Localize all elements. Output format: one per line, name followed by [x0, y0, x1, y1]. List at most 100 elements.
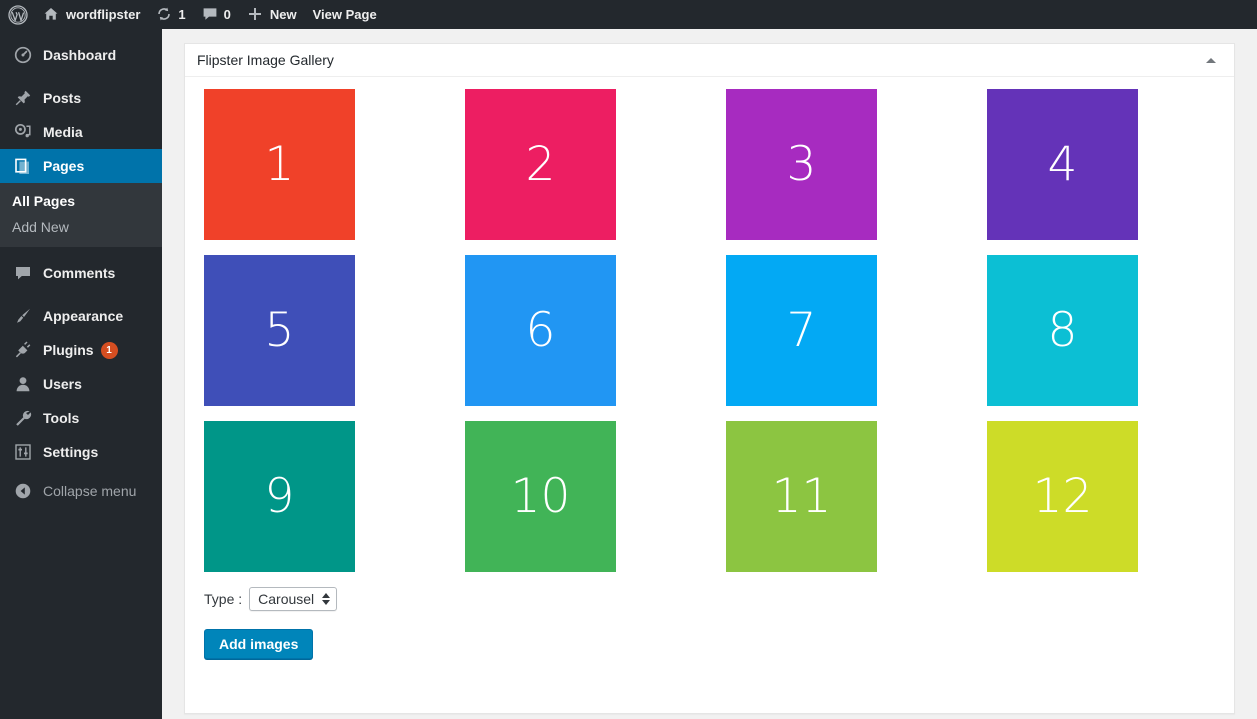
gallery-tile-label: 12 — [1032, 469, 1093, 524]
collapse-menu-label: Collapse menu — [43, 483, 137, 499]
sidebar-item-comments[interactable]: Comments — [0, 256, 162, 290]
user-icon — [12, 375, 34, 393]
submenu-item-add-new[interactable]: Add New — [0, 214, 162, 240]
gallery-tile[interactable]: 3 — [726, 89, 877, 240]
type-label: Type : — [204, 591, 243, 607]
home-icon — [43, 6, 59, 24]
plugins-update-badge: 1 — [100, 341, 118, 359]
gallery-tile[interactable]: 8 — [987, 255, 1138, 406]
gallery-tile-label: 11 — [771, 469, 832, 524]
sidebar-item-label: Dashboard — [43, 47, 117, 63]
gallery-tile-label: 8 — [1047, 303, 1078, 358]
gallery-tile-label: 5 — [264, 303, 295, 358]
gallery-tile[interactable]: 1 — [204, 89, 355, 240]
gallery-tile[interactable]: 7 — [726, 255, 877, 406]
metabox-body: 1 2 3 4 5 6 7 8 9 10 11 12 Type: Carous… — [185, 77, 1234, 659]
flipster-gallery-metabox: Flipster Image Gallery 1 2 3 4 5 6 7 8 9… — [184, 43, 1235, 714]
submenu-item-all-pages[interactable]: All Pages — [0, 188, 162, 214]
collapse-arrow-icon — [12, 482, 34, 500]
page-title: Flipster Image Gallery — [197, 52, 334, 68]
metabox-header: Flipster Image Gallery — [185, 44, 1234, 77]
gallery-tile-label: 3 — [786, 137, 817, 192]
sidebar-item-label: Settings — [43, 444, 99, 460]
gallery-tile-label: 2 — [525, 137, 556, 192]
wrench-icon — [12, 409, 34, 427]
settings-sliders-icon — [12, 443, 34, 461]
add-images-label: Add images — [219, 636, 299, 652]
sidebar-item-label: Comments — [43, 265, 116, 281]
updates-count: 1 — [178, 7, 186, 22]
sidebar-item-settings[interactable]: Settings — [0, 435, 162, 469]
gallery-tile-label: 10 — [510, 469, 571, 524]
plus-icon — [247, 6, 263, 24]
sidebar-separator-1 — [0, 72, 162, 81]
gallery-tile[interactable]: 2 — [465, 89, 616, 240]
sidebar-top-spacer — [0, 29, 162, 38]
site-name-label: wordflipster — [66, 7, 141, 22]
add-images-button[interactable]: Add images — [204, 629, 314, 659]
comments-button[interactable]: 0 — [194, 0, 239, 29]
view-page-label: View Page — [312, 7, 377, 22]
pages-icon — [12, 157, 34, 175]
pages-submenu: All Pages Add New — [0, 183, 162, 247]
dashboard-gauge-icon — [12, 46, 34, 64]
sidebar-item-label: Users — [43, 376, 82, 392]
collapse-menu-button[interactable]: Collapse menu — [0, 474, 162, 508]
comments-count: 0 — [223, 7, 231, 22]
gallery-tile[interactable]: 10 — [465, 421, 616, 572]
image-gallery-grid: 1 2 3 4 5 6 7 8 9 10 11 12 — [204, 89, 1155, 572]
main-content: Flipster Image Gallery 1 2 3 4 5 6 7 8 9… — [162, 29, 1257, 719]
gallery-tile[interactable]: 12 — [987, 421, 1138, 572]
wordpress-logo-button[interactable] — [0, 0, 35, 29]
gallery-tile[interactable]: 9 — [204, 421, 355, 572]
gallery-tile-label: 4 — [1047, 137, 1078, 192]
sidebar-item-label: Posts — [43, 90, 82, 106]
gallery-tile[interactable]: 5 — [204, 255, 355, 406]
media-photo-icon — [12, 123, 34, 141]
pin-icon — [12, 89, 34, 107]
sidebar-item-plugins[interactable]: Plugins 1 — [0, 333, 162, 367]
paintbrush-icon — [12, 307, 34, 325]
gallery-row: 1 2 3 4 — [204, 89, 1155, 240]
gallery-tile-label: 1 — [264, 137, 295, 192]
metabox-toggle-button[interactable] — [1196, 44, 1226, 76]
gallery-tile[interactable]: 11 — [726, 421, 877, 572]
sidebar-item-label: Media — [43, 124, 83, 140]
updates-icon — [156, 6, 172, 24]
sidebar-item-users[interactable]: Users — [0, 367, 162, 401]
select-stepper-icon — [322, 593, 331, 605]
type-control-row: Type : Carousel — [204, 587, 1234, 611]
new-label: New — [269, 7, 297, 22]
sidebar-item-tools[interactable]: Tools — [0, 401, 162, 435]
admin-sidebar: Dashboard Posts Media Pages All Pages Ad… — [0, 29, 170, 719]
gallery-row: 5 6 7 8 — [204, 255, 1155, 406]
updates-button[interactable]: 1 — [148, 0, 193, 29]
sidebar-item-appearance[interactable]: Appearance — [0, 299, 162, 333]
gallery-tile-label: 6 — [525, 303, 556, 358]
type-select[interactable]: Carousel — [249, 587, 338, 611]
sidebar-item-label: Pages — [43, 158, 85, 174]
sidebar-item-label: Appearance — [43, 308, 124, 324]
gallery-tile-label: 7 — [786, 303, 817, 358]
sidebar-item-media[interactable]: Media — [0, 115, 162, 149]
admin-bar: wordflipster 1 0 New View Page — [0, 0, 1257, 29]
comment-bubble-icon — [202, 6, 218, 24]
gallery-tile[interactable]: 6 — [465, 255, 616, 406]
sidebar-item-posts[interactable]: Posts — [0, 81, 162, 115]
site-name-menu[interactable]: wordflipster — [35, 0, 148, 29]
plug-icon — [12, 341, 34, 359]
new-content-button[interactable]: New — [239, 0, 305, 29]
wordpress-logo-icon — [8, 4, 28, 25]
gallery-tile[interactable]: 4 — [987, 89, 1138, 240]
sidebar-item-label: Plugins — [43, 342, 94, 358]
comment-bubble-icon — [12, 264, 34, 282]
sidebar-separator-3 — [0, 290, 162, 299]
sidebar-item-label: Tools — [43, 410, 80, 426]
view-page-button[interactable]: View Page — [305, 0, 385, 29]
caret-up-icon — [1206, 57, 1216, 63]
sidebar-item-pages[interactable]: Pages — [0, 149, 170, 183]
sidebar-item-dashboard[interactable]: Dashboard — [0, 38, 162, 72]
gallery-tile-label: 9 — [264, 469, 295, 524]
sidebar-separator-2 — [0, 247, 162, 256]
type-select-value: Carousel — [258, 591, 315, 607]
